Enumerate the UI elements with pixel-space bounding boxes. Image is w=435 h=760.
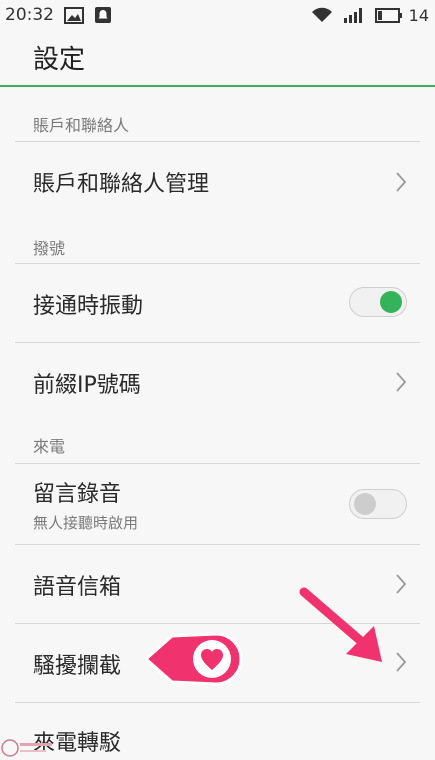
row-label: 語音信箱: [33, 575, 122, 600]
app-header: 設定: [0, 30, 435, 87]
row-label: 留言錄音: [33, 482, 122, 507]
settings-row-voice-recording[interactable]: 留言錄音 無人接聽時啟用: [0, 464, 435, 544]
heart-tag-annotation: [143, 632, 242, 686]
signal-icon: [343, 7, 365, 23]
battery-icon: [374, 7, 403, 23]
status-left: 20:32: [5, 5, 112, 25]
status-time: 20:32: [5, 5, 54, 25]
settings-row-account-management[interactable]: 賬戶和聯絡人管理: [0, 142, 435, 222]
settings-row-vibrate-on-connect[interactable]: 接通時振動: [0, 264, 435, 342]
notification-icon: [94, 6, 112, 24]
section-header-incoming: 來電: [33, 437, 66, 456]
settings-row-call-forwarding[interactable]: 來電轉駁: [0, 703, 435, 760]
row-label: 接通時振動: [33, 294, 144, 319]
status-right: 14: [311, 6, 429, 25]
battery-level: 14: [408, 5, 429, 25]
section-header-accounts: 賬戶和聯絡人: [33, 116, 130, 135]
pointer-arrow-annotation: [299, 587, 382, 662]
page-title: 設定: [33, 45, 86, 75]
row-label: 前綴IP號碼: [33, 373, 141, 398]
row-label: 騷擾攔截: [33, 654, 122, 679]
status-bar: 20:32 14: [0, 0, 435, 30]
toggle-knob: [354, 493, 376, 515]
row-subtitle: 無人接聽時啟用: [33, 514, 139, 532]
watermark-logo: [1, 739, 52, 757]
row-label: 賬戶和聯絡人管理: [33, 172, 210, 197]
chevron-right-icon: [396, 172, 407, 192]
voice-recording-toggle[interactable]: [349, 489, 407, 519]
chevron-right-icon: [396, 372, 407, 392]
wifi-icon: [311, 7, 333, 23]
toggle-knob: [380, 291, 402, 313]
settings-row-ip-prefix[interactable]: 前綴IP號碼: [0, 343, 435, 421]
vibrate-toggle[interactable]: [349, 287, 407, 317]
image-icon: [64, 6, 84, 24]
section-header-dialing: 撥號: [33, 239, 66, 258]
